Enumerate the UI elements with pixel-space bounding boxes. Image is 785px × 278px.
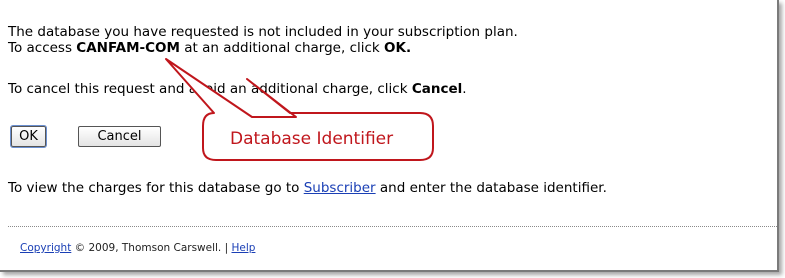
footer-divider (8, 226, 777, 227)
copyright-text: © 2009, Thomson Carswell. | (71, 242, 232, 254)
help-link[interactable]: Help (231, 242, 255, 254)
subscriber-link[interactable]: Subscriber (304, 180, 376, 196)
footer: Copyright © 2009, Thomson Carswell. | He… (20, 242, 255, 254)
charges-suffix-text: and enter the database identifier. (375, 180, 607, 196)
charges-prefix-text: To view the charges for this database go… (8, 180, 304, 196)
callout-label: Database Identifier (230, 129, 394, 149)
copyright-link[interactable]: Copyright (20, 242, 71, 254)
message-line-charges: To view the charges for this database go… (8, 180, 607, 196)
